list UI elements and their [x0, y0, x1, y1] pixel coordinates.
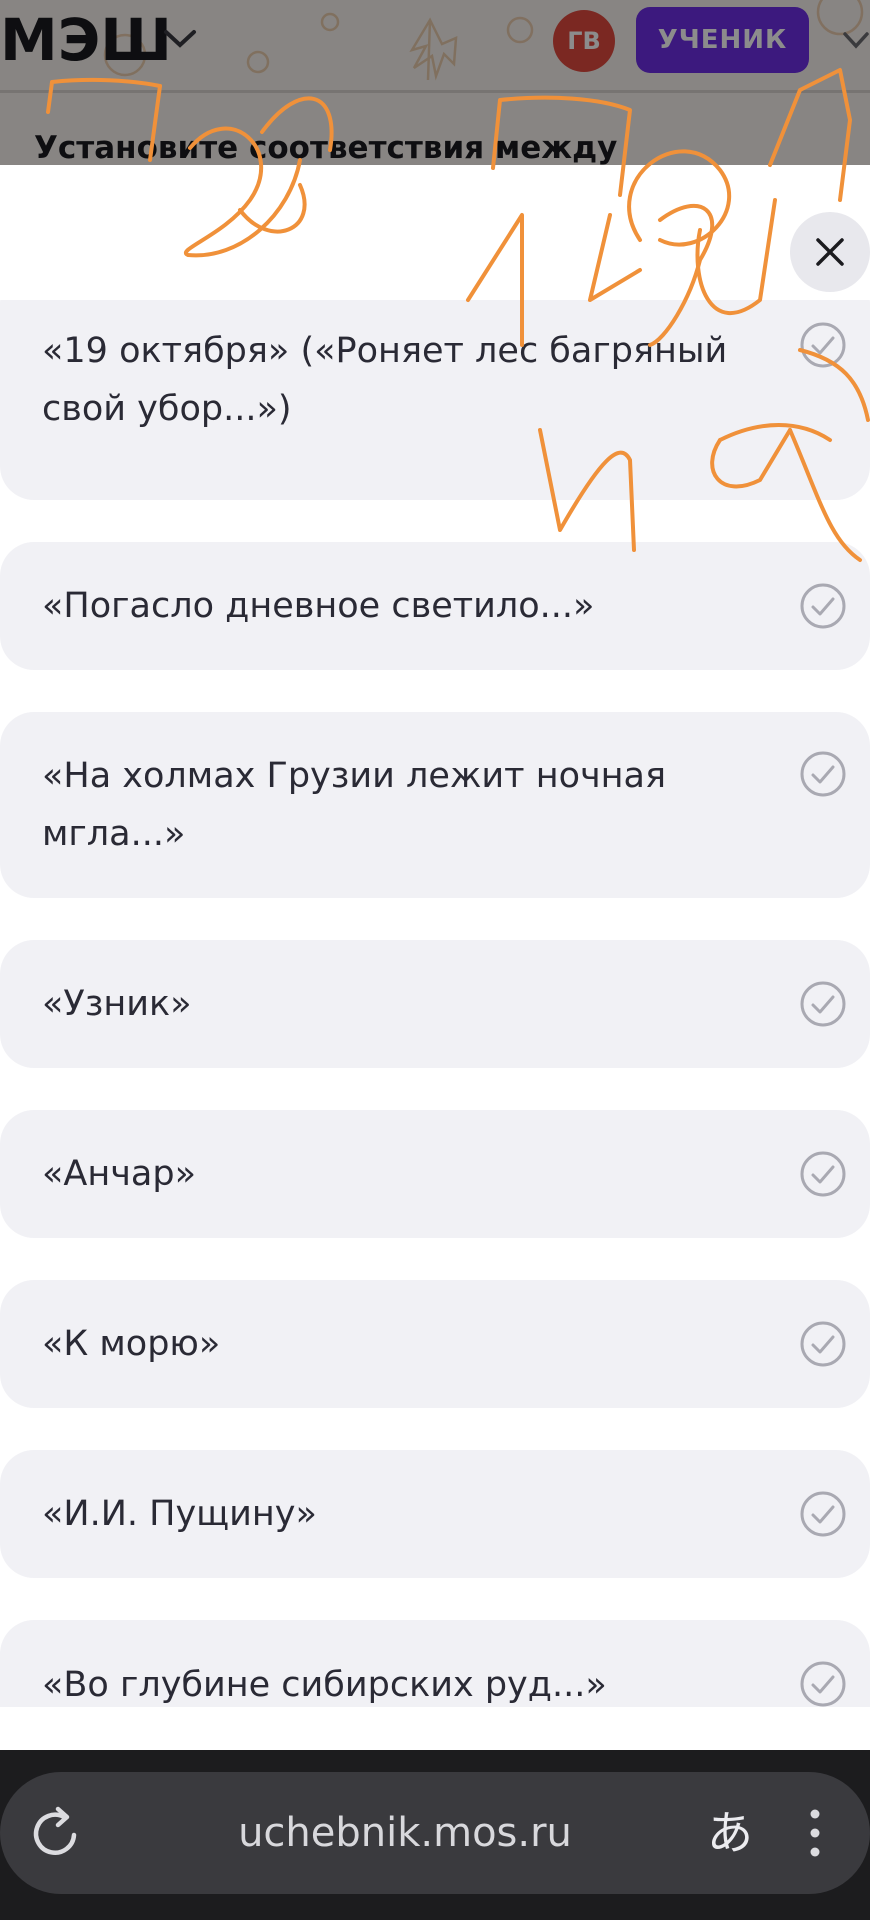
- options-list: «19 октября» («Роняет лес багряный свой …: [0, 300, 870, 1707]
- screen: МЭШ ГВ УЧЕНИК Установите соответствия ме…: [0, 0, 870, 1920]
- option-label: «Узник»: [42, 984, 192, 1024]
- option-label: «К морю»: [42, 1324, 221, 1364]
- option-item[interactable]: «Погасло дневное светило...»: [0, 542, 870, 670]
- option-item[interactable]: «Анчар»: [0, 1110, 870, 1238]
- check-circle-icon: [800, 981, 846, 1027]
- option-label: «И.И. Пущину»: [42, 1494, 317, 1534]
- reload-icon[interactable]: [30, 1805, 82, 1861]
- modal-backdrop[interactable]: [0, 0, 870, 165]
- option-item[interactable]: «К морю»: [0, 1280, 870, 1408]
- check-circle-icon: [800, 751, 846, 797]
- option-label: «Погасло дневное светило...»: [42, 586, 595, 626]
- option-label: «Анчар»: [42, 1154, 196, 1194]
- check-circle-icon: [800, 1321, 846, 1367]
- option-label: «Во глубине сибирских руд...»: [42, 1665, 607, 1705]
- translate-icon[interactable]: あ: [700, 1798, 760, 1868]
- more-vert-icon[interactable]: [805, 1808, 825, 1858]
- check-circle-icon: [800, 1151, 846, 1197]
- url-text[interactable]: uchebnik.mos.ru: [180, 1803, 630, 1863]
- check-circle-icon: [800, 583, 846, 629]
- option-item[interactable]: «И.И. Пущину»: [0, 1450, 870, 1578]
- option-label: «На холмах Грузии лежит ночная мгла...»: [42, 756, 667, 854]
- close-button[interactable]: [790, 212, 870, 292]
- app-header: МЭШ ГВ УЧЕНИК Установите соответствия ме…: [0, 0, 870, 165]
- close-icon: [816, 238, 844, 266]
- check-circle-icon: [800, 1661, 846, 1707]
- option-item[interactable]: «Во глубине сибирских руд...»: [0, 1620, 870, 1707]
- option-label: «19 октября» («Роняет лес багряный свой …: [42, 331, 728, 429]
- check-circle-icon: [800, 322, 846, 368]
- check-circle-icon: [800, 1491, 846, 1537]
- option-item[interactable]: «На холмах Грузии лежит ночная мгла...»: [0, 712, 870, 898]
- option-item[interactable]: «Узник»: [0, 940, 870, 1068]
- option-item[interactable]: «19 октября» («Роняет лес багряный свой …: [0, 300, 870, 500]
